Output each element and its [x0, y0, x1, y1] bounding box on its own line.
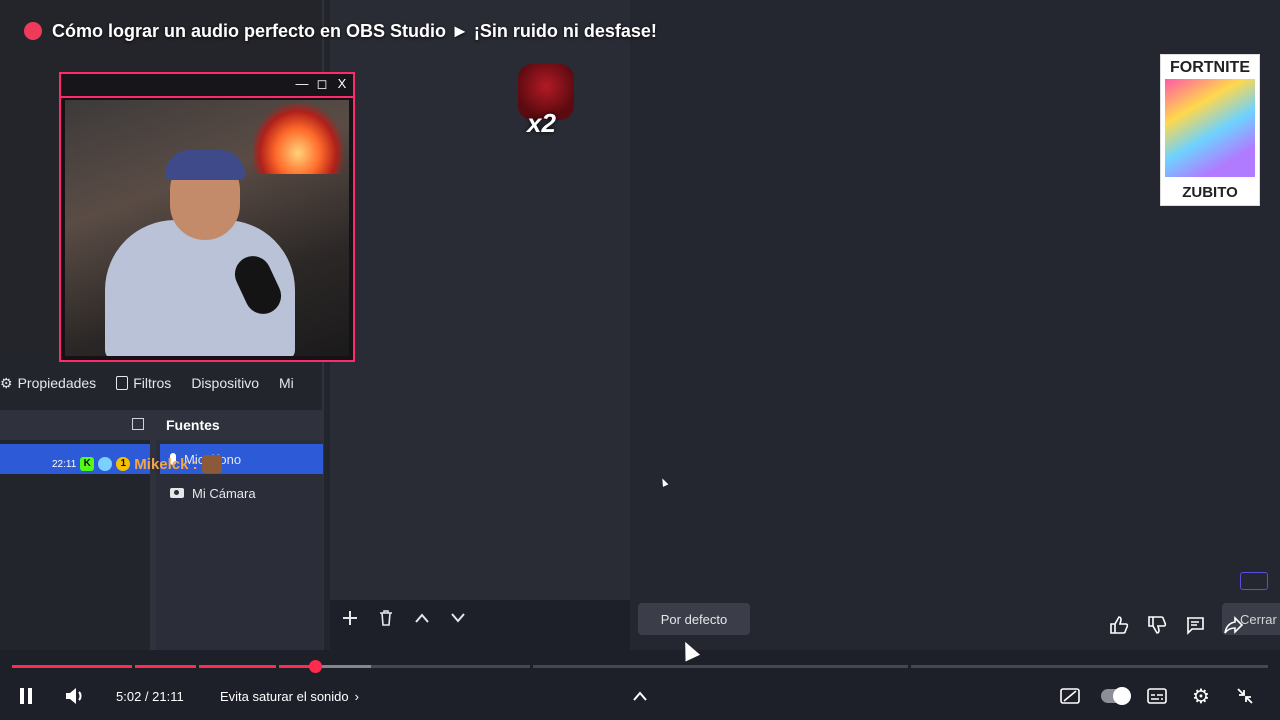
fireplace [253, 104, 343, 174]
chapter-marker [276, 665, 279, 668]
exit-fullscreen-button[interactable] [1235, 678, 1255, 714]
properties-label: Propiedades [17, 375, 97, 391]
multiplier-label: x2 [527, 108, 556, 138]
chat-time: 22:11 [52, 458, 77, 470]
video-title: Cómo lograr un audio perfecto en OBS Stu… [24, 18, 657, 44]
filters-label: Filtros [133, 375, 172, 391]
like-button[interactable] [1108, 614, 1130, 636]
subtitles-icon [1147, 686, 1167, 706]
pause-bar-icon [20, 688, 24, 704]
progress-bar[interactable] [12, 660, 1268, 673]
share-button[interactable] [1222, 614, 1244, 636]
scenes-dock [0, 410, 156, 650]
chevron-up-icon [633, 691, 647, 701]
move-down-button[interactable] [444, 604, 472, 632]
chapter-marker [908, 665, 911, 668]
device-button[interactable]: Dispositivo [191, 375, 259, 391]
chapter-button[interactable]: Evita saturar el sonido › [220, 678, 359, 714]
default-tooltip: Por defecto [638, 603, 750, 635]
more-button[interactable]: Mi [279, 375, 294, 391]
webcam-titlebar: — ◻ X [61, 74, 353, 98]
autoplay-switch-icon [1101, 687, 1131, 705]
chapter-marker [196, 665, 199, 668]
source-label: Mi Cámara [192, 485, 256, 501]
chapter-marker [530, 665, 533, 668]
plus-icon [343, 611, 357, 625]
filter-icon [116, 376, 129, 390]
subtitles-button[interactable] [1147, 678, 1167, 714]
trash-icon [380, 610, 392, 626]
obs-preview-area [330, 0, 630, 600]
undock-icon[interactable] [132, 418, 144, 430]
pause-bar-icon [28, 688, 32, 704]
properties-button[interactable]: ⚙ Propiedades [0, 375, 96, 392]
more-label: Mi [279, 375, 294, 391]
promo-art [1165, 79, 1255, 177]
add-source-button[interactable] [336, 604, 364, 632]
comments-button[interactable] [1184, 614, 1206, 636]
thumbs-up-icon [1110, 616, 1129, 634]
remove-source-button[interactable] [372, 604, 400, 632]
camera-outline-icon [1240, 572, 1268, 590]
volume-icon [66, 688, 82, 704]
chevron-up-icon [415, 613, 429, 623]
promo-card: FORTNITE ZUBITO [1160, 54, 1260, 206]
restore-icon: ◻ [316, 76, 328, 91]
sources-header: Fuentes [156, 410, 323, 440]
webcam-image [65, 100, 349, 356]
obs-source-toolbar: ⚙ Propiedades Filtros Dispositivo Mi [0, 366, 330, 400]
sources-actions [336, 604, 472, 632]
sources-dock: Fuentes Micrófono Mi Cámara [156, 410, 323, 650]
gear-icon: ⚙ [1192, 685, 1210, 708]
share-icon [1224, 616, 1243, 634]
webcam-window: — ◻ X [59, 72, 355, 362]
chevron-down-icon [451, 613, 465, 623]
minimize-icon: — [295, 76, 309, 91]
scenes-dock-header [0, 410, 150, 440]
progress-played [12, 665, 316, 668]
close-icon: X [337, 76, 347, 91]
gear-icon: ⚙ [0, 374, 13, 391]
gem-badge-icon [98, 457, 113, 471]
thumbs-down-icon [1148, 616, 1167, 634]
dislike-button[interactable] [1146, 614, 1168, 636]
video-title-text: Cómo lograr un audio perfecto en OBS Stu… [52, 20, 657, 41]
device-label: Dispositivo [191, 375, 260, 391]
chat-message: 22:11 K 1 Mikelck : [52, 453, 222, 475]
scrubber-handle[interactable] [309, 660, 323, 673]
live-dot-icon [24, 22, 42, 40]
move-up-button[interactable] [408, 604, 436, 632]
player-controls: 5:02 / 21:11 Evita saturar el sonido › ⚙ [0, 678, 1280, 714]
expand-button[interactable] [632, 678, 648, 714]
chat-username: Mikelck : [134, 455, 198, 473]
miniplayer-button[interactable] [1060, 678, 1080, 714]
comment-icon [1187, 617, 1204, 635]
volume-button[interactable] [64, 678, 86, 714]
source-item-camera[interactable]: Mi Cámara [160, 478, 323, 508]
chapter-marker [132, 665, 135, 668]
chapter-title: Evita saturar el sonido [220, 688, 349, 704]
emote-icon [201, 455, 222, 473]
miniplayer-icon [1060, 686, 1080, 706]
camera-icon [170, 488, 184, 498]
promo-code: ZUBITO [1182, 184, 1238, 201]
tier-badge-icon: 1 [116, 457, 131, 471]
time-display: 5:02 / 21:11 [116, 688, 184, 704]
streamer-cap [165, 150, 245, 180]
chevron-right-icon: › [354, 688, 359, 704]
collapse-icon [1235, 686, 1255, 706]
pause-button[interactable] [18, 678, 34, 714]
kick-badge-icon: K [80, 457, 95, 471]
video-actions [1108, 614, 1244, 636]
settings-button[interactable]: ⚙ [1191, 678, 1211, 714]
autoplay-toggle[interactable] [1101, 678, 1131, 714]
filters-button[interactable]: Filtros [116, 375, 171, 391]
window-controls: — ◻ X [295, 76, 349, 92]
promo-title: FORTNITE [1170, 59, 1250, 76]
